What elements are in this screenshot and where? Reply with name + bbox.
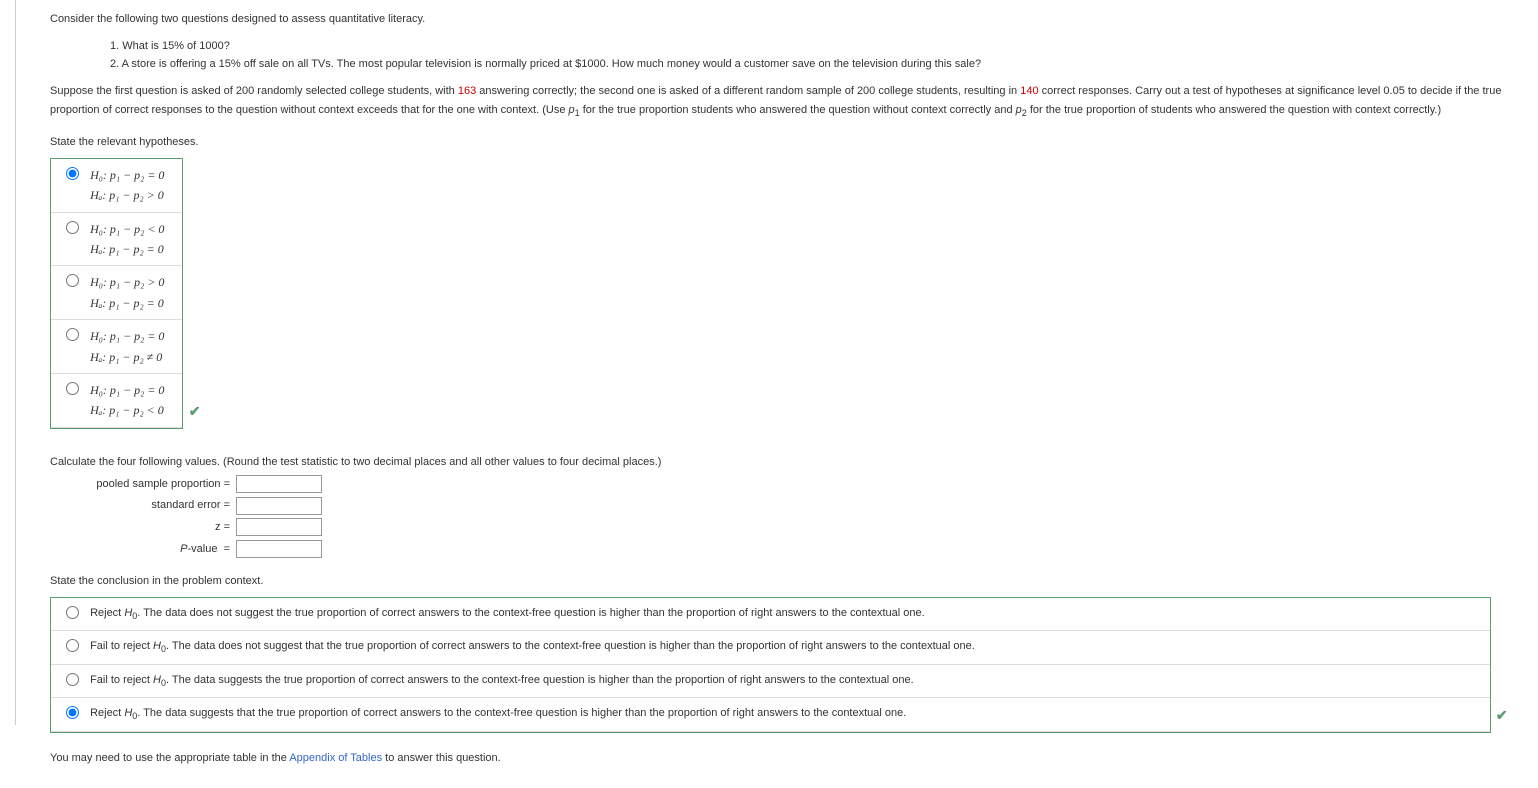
hyp-option-1[interactable]	[66, 167, 79, 180]
z-input[interactable]	[236, 518, 322, 536]
intro-text: Consider the following two questions des…	[50, 10, 1518, 29]
hyp-option-4-label: H₀: p₁ − p₂ = 0Hₐ: p₁ − p₂ ≠ 0	[90, 326, 164, 367]
z-label: z =	[50, 518, 236, 537]
conc-option-2[interactable]	[66, 639, 79, 652]
conclusion-heading: State the conclusion in the problem cont…	[50, 572, 1518, 591]
conc-option-1[interactable]	[66, 606, 79, 619]
hyp-option-4[interactable]	[66, 328, 79, 341]
conclusion-options: Reject H0. The data does not suggest the…	[50, 597, 1491, 733]
conc-option-1-label: Reject H0. The data does not suggest the…	[90, 604, 925, 624]
hyp-option-2-label: H₀: p₁ − p₂ < 0Hₐ: p₁ − p₂ = 0	[90, 219, 164, 260]
pooled-input[interactable]	[236, 475, 322, 493]
pooled-label: pooled sample proportion =	[50, 475, 236, 494]
appendix-link[interactable]: Appendix of Tables	[289, 752, 382, 764]
question-2: 2. A store is offering a 15% off sale on…	[110, 55, 1518, 74]
calc-intro: Calculate the four following values. (Ro…	[50, 453, 1518, 472]
check-icon: ✔	[189, 400, 201, 424]
check-icon: ✔	[1496, 704, 1508, 728]
value-140: 140	[1020, 85, 1038, 97]
value-163: 163	[458, 85, 476, 97]
hypotheses-heading: State the relevant hypotheses.	[50, 133, 1518, 152]
se-label: standard error =	[50, 496, 236, 515]
hyp-option-5[interactable]	[66, 382, 79, 395]
pvalue-input[interactable]	[236, 540, 322, 558]
footer-note: You may need to use the appropriate tabl…	[50, 749, 1518, 768]
pvalue-label: P-value =	[50, 540, 236, 559]
hypotheses-options: H₀: p₁ − p₂ = 0Hₐ: p₁ − p₂ > 0 H₀: p₁ − …	[50, 158, 183, 429]
problem-paragraph: Suppose the first question is asked of 2…	[50, 82, 1518, 121]
hyp-option-1-label: H₀: p₁ − p₂ = 0Hₐ: p₁ − p₂ > 0	[90, 165, 164, 206]
conc-option-3[interactable]	[66, 673, 79, 686]
se-input[interactable]	[236, 497, 322, 515]
conc-option-2-label: Fail to reject H0. The data does not sug…	[90, 637, 975, 657]
conc-option-4[interactable]	[66, 706, 79, 719]
conc-option-4-label: Reject H0. The data suggests that the tr…	[90, 704, 906, 724]
question-1: 1. What is 15% of 1000?	[110, 37, 1518, 56]
conc-option-3-label: Fail to reject H0. The data suggests the…	[90, 671, 914, 691]
hyp-option-3-label: H₀: p₁ − p₂ > 0Hₐ: p₁ − p₂ = 0	[90, 272, 164, 313]
hyp-option-5-label: H₀: p₁ − p₂ = 0Hₐ: p₁ − p₂ < 0	[90, 380, 164, 421]
hyp-option-2[interactable]	[66, 221, 79, 234]
hyp-option-3[interactable]	[66, 274, 79, 287]
